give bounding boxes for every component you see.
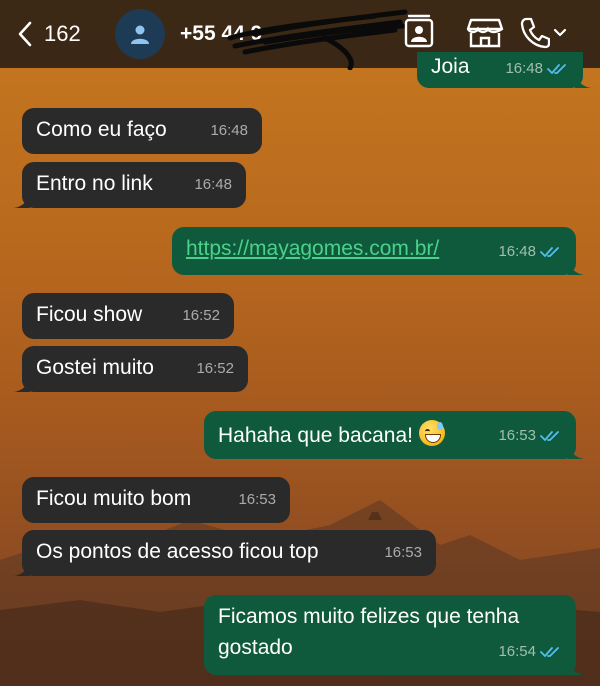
time-label: 16:53 (498, 427, 536, 444)
read-ticks-icon (547, 64, 566, 74)
message-time: 16:48 (210, 118, 248, 144)
read-ticks-icon (540, 247, 559, 257)
message-text: Joia (431, 55, 470, 78)
message-incoming[interactable]: Gostei muito 16:52 (14, 346, 248, 392)
message-time: 16:48 (498, 239, 562, 265)
message-text: Os pontos de acesso ficou top (36, 540, 319, 563)
message-time: 16:53 (384, 540, 422, 566)
time-label: 16:48 (194, 176, 232, 193)
message-time: 16:52 (182, 303, 220, 329)
time-label: 16:54 (498, 643, 536, 660)
bubble-tail (575, 74, 591, 88)
read-ticks-icon (540, 431, 559, 441)
bubble-tail (14, 562, 30, 576)
bubble-tail (14, 194, 30, 208)
message-incoming[interactable]: Entro no link 16:48 (14, 162, 246, 208)
time-label: 16:52 (182, 307, 220, 324)
message-outgoing[interactable]: Hahaha que bacana! 16:53 (204, 411, 584, 459)
message-time: 16:53 (498, 423, 562, 449)
grinning-sweat-emoji-icon (419, 420, 445, 446)
message-text: Ficou muito bom (36, 487, 192, 510)
message-time: 16:52 (196, 356, 234, 382)
message-incoming[interactable]: Ficou show 16:52 (22, 293, 234, 339)
message-text: Hahaha que bacana! (218, 424, 413, 447)
message-incoming[interactable]: Os pontos de acesso ficou top 16:53 (14, 530, 436, 576)
message-time: 16:53 (238, 487, 276, 513)
message-outgoing[interactable]: https://mayagomes.com.br/ 16:48 (172, 227, 584, 275)
time-label: 16:48 (210, 122, 248, 139)
message-text: gostado (218, 636, 293, 659)
bubble-tail (568, 661, 584, 675)
message-text: Entro no link (36, 172, 153, 195)
message-text: Como eu faço (36, 118, 167, 141)
message-time: 16:54 (498, 639, 562, 665)
message-incoming[interactable]: Ficou muito bom 16:53 (22, 477, 290, 523)
time-label: 16:52 (196, 360, 234, 377)
message-text: Ficamos muito felizes que tenha (218, 605, 520, 628)
message-list[interactable]: Joia 16:48 Como eu faço 16:48 Entro no l… (0, 0, 600, 686)
message-time: 16:48 (194, 172, 232, 198)
time-label: 16:48 (505, 60, 543, 77)
bubble-tail (568, 261, 584, 275)
bubble-tail (568, 445, 584, 459)
message-text: Ficou show (36, 303, 143, 326)
message-text: Gostei muito (36, 356, 154, 379)
message-time: 16:48 (505, 56, 569, 82)
message-link[interactable]: https://mayagomes.com.br/ (186, 236, 439, 262)
message-text-wrap: Hahaha que bacana! (218, 420, 445, 449)
bubble-tail (14, 378, 30, 392)
time-label: 16:48 (498, 243, 536, 260)
time-label: 16:53 (238, 491, 276, 508)
message-outgoing[interactable]: Joia 16:48 (417, 52, 591, 88)
read-ticks-icon (540, 647, 559, 657)
message-outgoing[interactable]: Ficamos muito felizes que tenha gostado … (204, 595, 584, 675)
message-incoming[interactable]: Como eu faço 16:48 (22, 108, 262, 154)
time-label: 16:53 (384, 544, 422, 561)
